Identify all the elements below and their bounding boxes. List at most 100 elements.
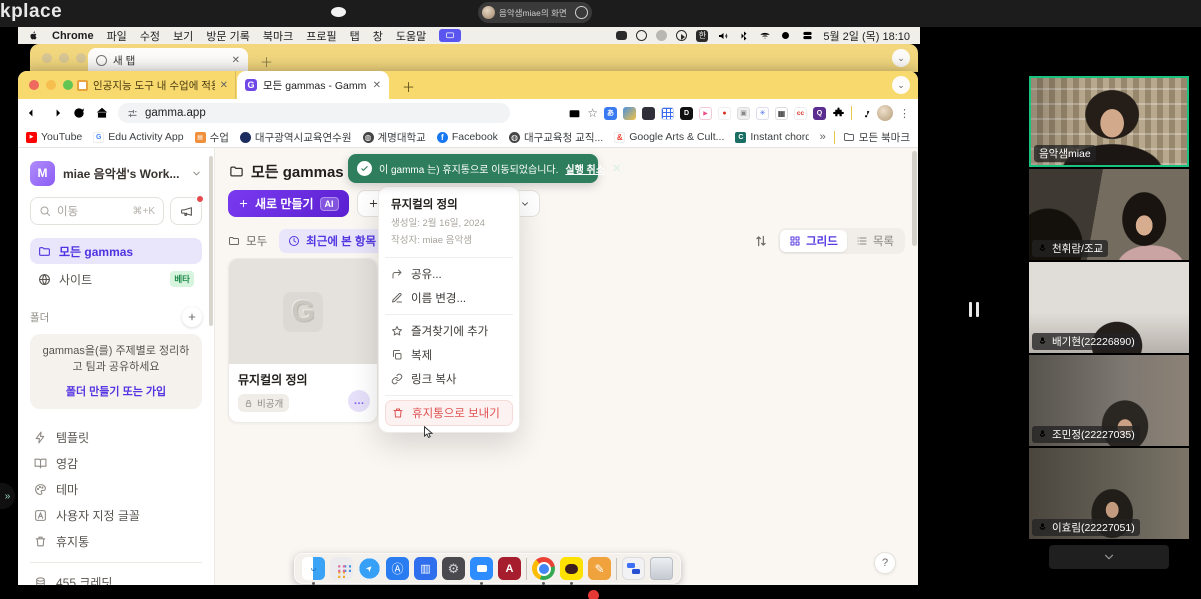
sidebar-item-trash[interactable]: 휴지통 [30, 529, 202, 555]
dock-launchpad-icon[interactable] [330, 557, 353, 580]
filter-recently-viewed[interactable]: 최근에 본 항목 [279, 229, 385, 253]
menubar-clock[interactable]: 5월 2일 (목) 18:10 [823, 28, 910, 44]
send-to-device-icon[interactable] [568, 107, 581, 120]
bookmark-edu-activity[interactable]: Edu Activity App [93, 131, 183, 143]
reload-icon[interactable] [72, 106, 86, 120]
play-extension-icon[interactable] [718, 107, 731, 120]
menu-tab[interactable]: 탭 [350, 28, 360, 44]
capture-extension-icon[interactable] [737, 107, 750, 120]
background-tab[interactable]: 새 탭 ✕ [88, 48, 248, 72]
toast-close-icon[interactable]: ✕ [612, 162, 621, 175]
video-tile-presenter[interactable]: 음악샘miae [1029, 76, 1189, 167]
create-new-button[interactable]: 새로 만들기 AI [228, 190, 349, 217]
creative-cloud-icon[interactable] [636, 30, 647, 41]
video-tile-4[interactable]: 조민정(22227035) [1029, 355, 1189, 446]
menu-item-send-to-trash[interactable]: 휴지통으로 보내기 [385, 400, 513, 426]
extension-icon-3[interactable] [642, 107, 655, 120]
q-extension-icon[interactable] [813, 107, 826, 120]
dock-kakaotalk-icon[interactable] [560, 557, 583, 580]
korean-input-icon[interactable]: 한 [696, 30, 708, 42]
bluetooth-icon[interactable] [738, 30, 750, 42]
translate-extension-icon[interactable] [604, 107, 617, 120]
sidebar-item-inspiration[interactable]: 영감 [30, 451, 202, 477]
create-or-join-folder-link[interactable]: 폴더 만들기 또는 가입 [38, 383, 194, 399]
video-tile-2[interactable]: 천휘람/조교 [1029, 169, 1189, 260]
menu-item-share[interactable]: 공유... [385, 262, 513, 286]
dock-settings-icon[interactable] [442, 557, 465, 580]
site-settings-icon[interactable] [127, 108, 138, 119]
spotlight-search-icon[interactable] [780, 30, 792, 42]
close-tab-icon[interactable]: ✕ [232, 55, 240, 66]
sidebar-item-credits[interactable]: 455 크레딧 [30, 570, 202, 585]
tab-search-chevron-icon-front[interactable]: ⌄ [892, 76, 910, 94]
sidebar-item-sites[interactable]: 사이트 베타 [30, 266, 202, 292]
bookmark-youtube[interactable]: YouTube [26, 131, 82, 143]
edge-expand-button[interactable]: » [0, 483, 15, 509]
bookmark-keimyung[interactable]: 계명대학교 [363, 130, 426, 145]
page-scrollbar[interactable] [912, 151, 917, 581]
bookmark-class[interactable]: 수업 [195, 130, 229, 145]
control-center-icon[interactable] [801, 30, 814, 41]
tab2-close-icon[interactable]: ✕ [373, 80, 381, 91]
bookmark-daegu-edu[interactable]: 대구광역시교육연수원 [240, 130, 352, 145]
new-tab-button[interactable]: ＋ [260, 52, 273, 71]
all-bookmarks-button[interactable]: 모든 북마크 [843, 130, 910, 145]
arrow-extension-icon[interactable] [699, 107, 712, 120]
collapse-participants-button[interactable] [1049, 545, 1169, 569]
extensions-puzzle-icon[interactable] [832, 107, 845, 120]
tab-gamma-active[interactable]: 모든 gammas - Gamma ✕ [237, 71, 389, 99]
menu-item-copy-link[interactable]: 링크 복사 [385, 367, 513, 391]
dock-safari-icon[interactable] [358, 557, 381, 580]
menu-file[interactable]: 파일 [107, 28, 127, 44]
playlist-icon[interactable] [858, 107, 871, 120]
dock-finder-icon[interactable] [302, 557, 325, 580]
sidebar-item-all-gammas[interactable]: 모든 gammas [30, 238, 202, 264]
address-input[interactable]: gamma.app [118, 103, 510, 123]
bookmark-star-icon[interactable]: ☆ [587, 106, 598, 120]
traffic-lights[interactable] [29, 80, 73, 90]
dock-trash-icon[interactable] [650, 557, 673, 580]
card-menu-button[interactable]: … [348, 390, 370, 412]
qr-extension-icon[interactable] [775, 107, 788, 120]
grid-extension-icon[interactable] [661, 107, 674, 120]
back-icon[interactable] [26, 106, 40, 120]
d-extension-icon[interactable] [680, 107, 693, 120]
search-input[interactable]: 이동 ⌘+K [30, 197, 164, 225]
workspace-switcher[interactable]: M miae 음악샘's Work... [30, 158, 202, 188]
chrome-profile-avatar[interactable] [877, 105, 893, 121]
bookmark-facebook[interactable]: Facebook [437, 131, 498, 143]
menu-item-add-favorites[interactable]: 즐겨찾기에 추가 [385, 319, 513, 343]
playback-status-icon[interactable] [676, 30, 687, 41]
menu-view[interactable]: 보기 [173, 28, 193, 44]
dock-zoom-icon[interactable] [470, 557, 493, 580]
background-traffic-lights[interactable] [42, 53, 86, 63]
menubar-app-name[interactable]: Chrome [52, 30, 94, 42]
gamma-card[interactable]: G 뮤지컬의 정의 비공개 생성자: 나 마지막 조회: 2개월 전 [228, 258, 378, 423]
filter-all[interactable]: 모두 [228, 229, 267, 253]
bookmark-google-arts[interactable]: Google Arts & Cult... [614, 131, 724, 143]
menu-help[interactable]: 도움말 [396, 28, 426, 44]
home-icon[interactable] [95, 106, 109, 120]
video-tile-3[interactable]: 배기현(22226890) [1029, 262, 1189, 353]
extension-icon-2[interactable] [623, 107, 636, 120]
sidebar-item-custom-fonts[interactable]: 사용자 지정 글꼴 [30, 503, 202, 529]
help-button[interactable]: ? [874, 552, 896, 574]
list-view-button[interactable]: 목록 [847, 230, 903, 252]
tab-ai-tools[interactable]: 인공지능 도구 내 수업에 적용하기 ✕ [70, 71, 236, 99]
wifi-icon[interactable] [759, 30, 771, 42]
dock-books-icon[interactable] [414, 557, 437, 580]
menu-item-rename[interactable]: 이름 변경... [385, 286, 513, 310]
menu-item-duplicate[interactable]: 복제 [385, 343, 513, 367]
menu-history[interactable]: 방문 기록 [206, 28, 250, 44]
background-window-tabstrip[interactable]: 새 탭 ✕ ＋ ⌄ [30, 44, 918, 72]
volume-icon[interactable] [717, 30, 729, 42]
screen-share-pill[interactable]: 음악샘miae의 화면 [478, 2, 592, 23]
menu-profiles[interactable]: 프로필 [306, 28, 336, 44]
grid-view-button[interactable]: 그리드 [780, 230, 847, 252]
dock-display-settings-icon[interactable] [622, 557, 645, 580]
announcements-button[interactable] [170, 197, 202, 225]
apple-icon[interactable] [28, 29, 39, 42]
gear-extension-icon[interactable] [756, 107, 769, 120]
menu-window[interactable]: 창 [373, 28, 383, 44]
toast-undo-action[interactable]: 실행 취소 [565, 161, 605, 176]
